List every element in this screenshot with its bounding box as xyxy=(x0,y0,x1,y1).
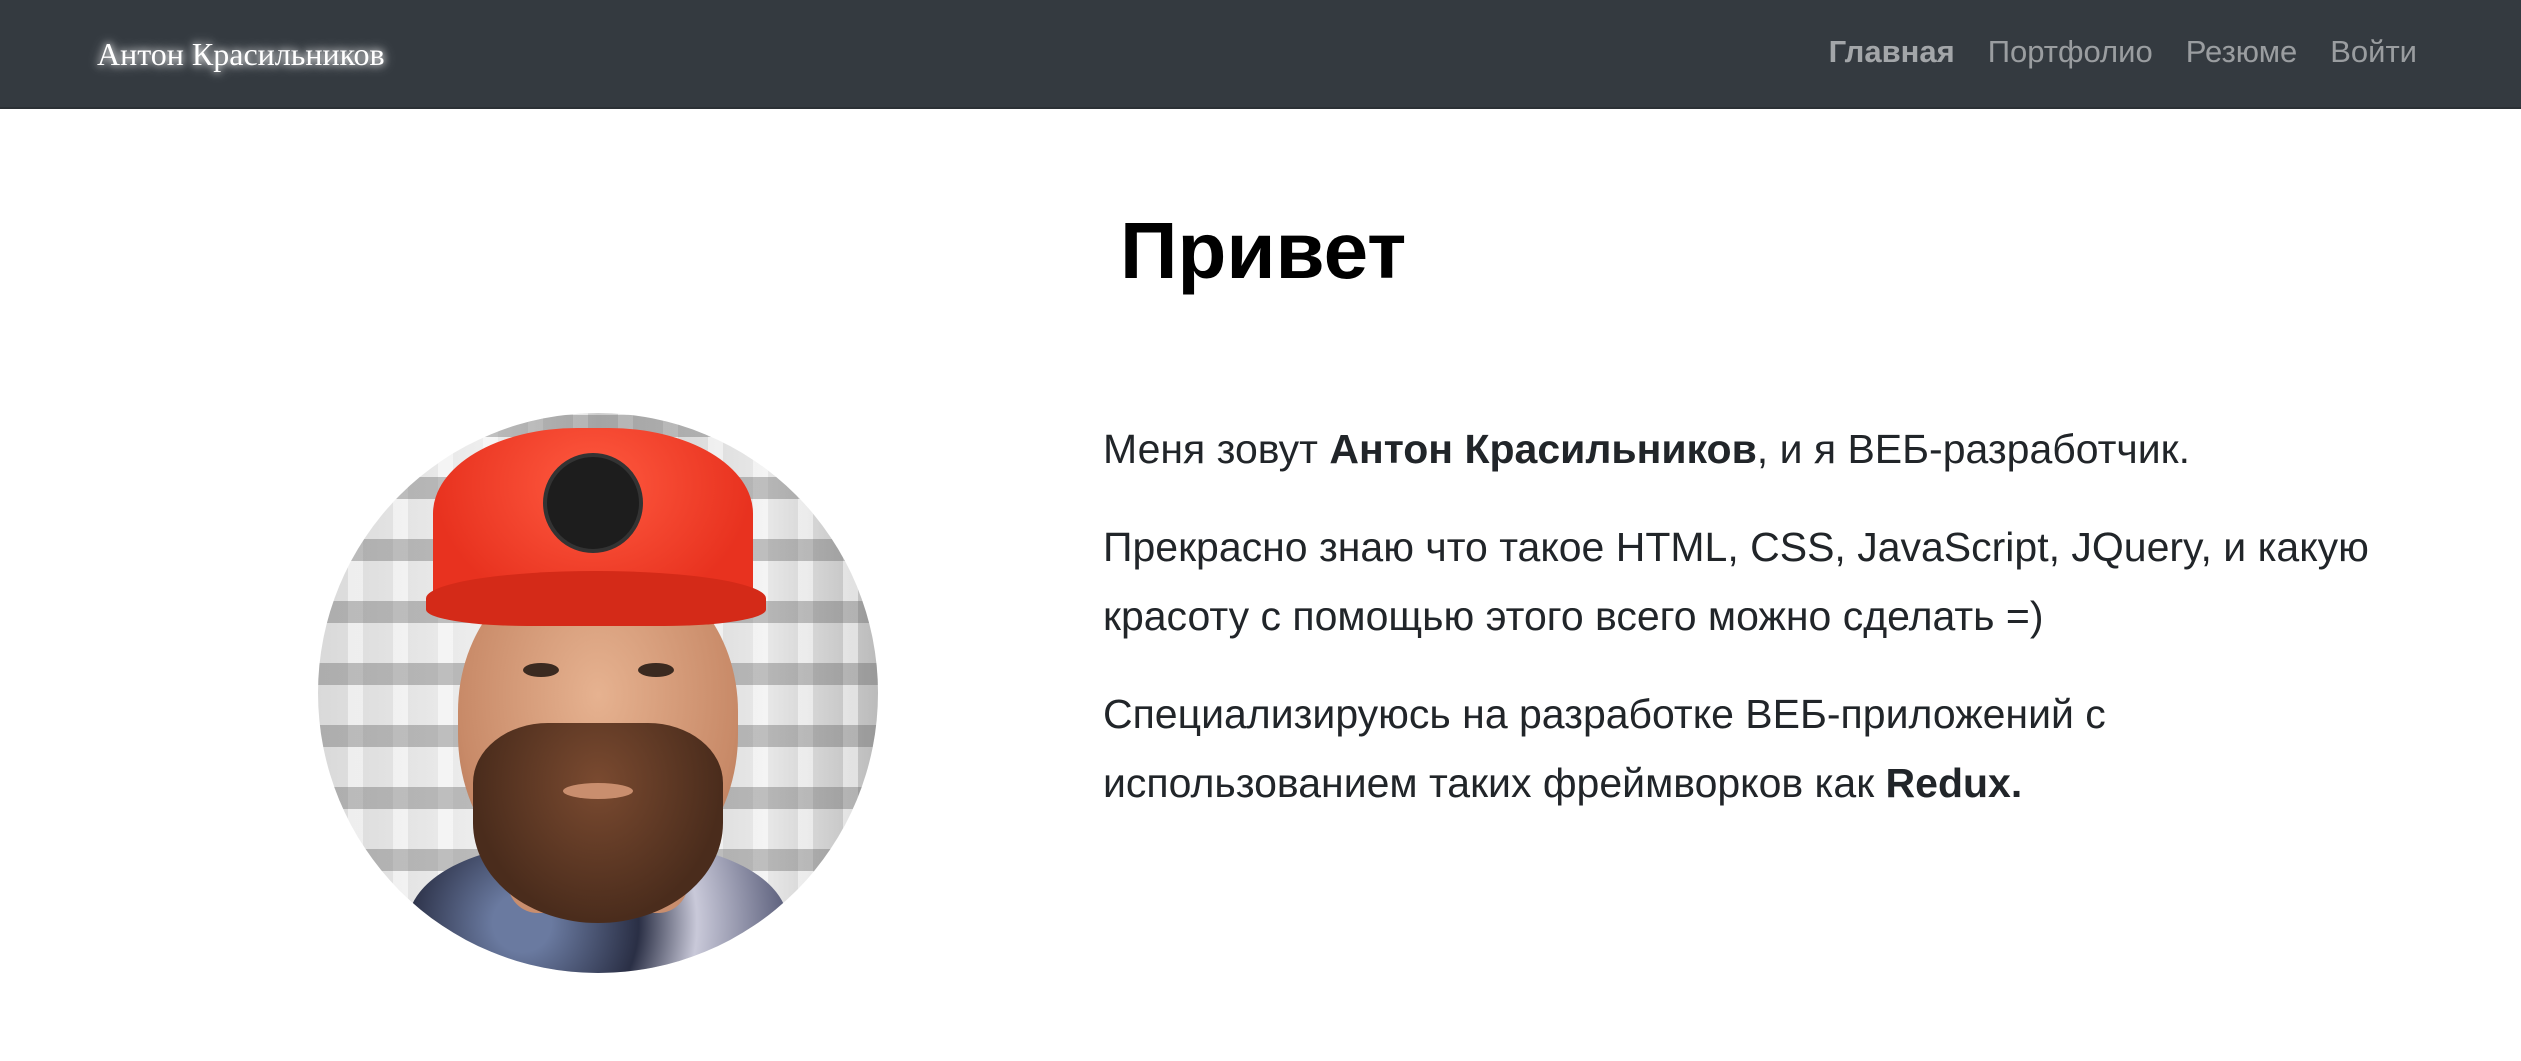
nav-item-home[interactable]: Главная xyxy=(1829,34,1955,70)
intro-paragraph-2: Прекрасно знаю что такое HTML, CSS, Java… xyxy=(1103,524,2369,639)
intro-text: Меня зовут Антон Красильников, и я ВЕБ-р… xyxy=(1103,415,2403,847)
nav-item-resume[interactable]: Резюме xyxy=(2186,34,2298,70)
brand-logo[interactable]: Антон Красильников xyxy=(97,36,385,73)
profile-photo xyxy=(318,413,878,973)
name-highlight: Антон Красильников xyxy=(1329,426,1757,472)
framework-highlight: Redux. xyxy=(1885,760,2023,806)
intro-paragraph-1: Меня зовут Антон Красильников, и я ВЕБ-р… xyxy=(1103,426,2191,472)
nav-menu: Главная Портфолио Резюме Войти xyxy=(1829,34,2417,70)
page-title: Привет xyxy=(1120,206,1407,295)
intro-paragraph-3: Специализируюсь на разработке ВЕБ-прилож… xyxy=(1103,691,2106,806)
nav-item-portfolio[interactable]: Портфолио xyxy=(1988,34,2153,70)
navbar: Антон Красильников Главная Портфолио Рез… xyxy=(0,0,2521,109)
nav-item-login[interactable]: Войти xyxy=(2330,34,2417,70)
